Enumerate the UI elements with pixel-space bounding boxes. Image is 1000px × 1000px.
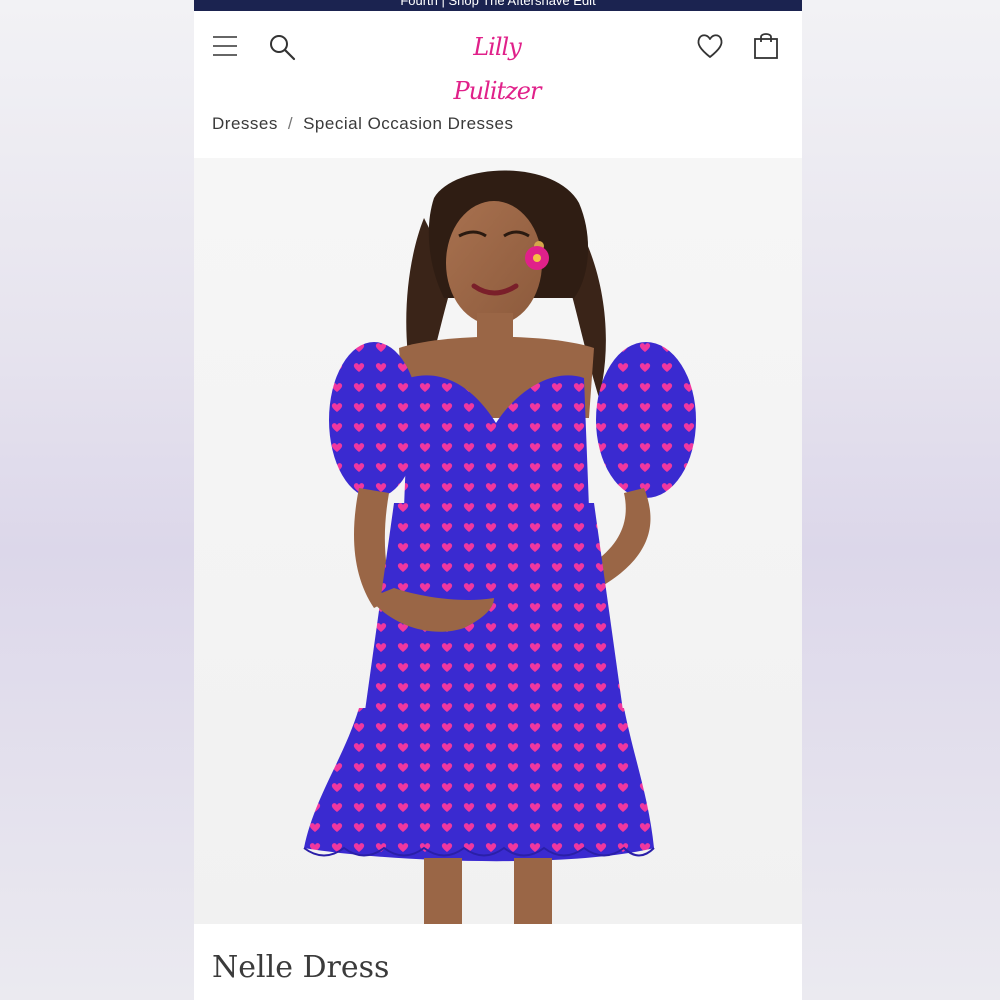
breadcrumb-item-special-occasion-dresses[interactable]: Special Occasion Dresses xyxy=(303,114,513,133)
site-header: Lilly Pulitzer xyxy=(194,11,802,105)
heart-icon[interactable] xyxy=(696,33,724,59)
promo-banner[interactable]: Fourth | Shop The Aftershave Edit xyxy=(194,0,802,11)
product-photo-illustration xyxy=(303,170,696,924)
background-blur-right xyxy=(802,0,1000,1000)
mobile-page: Fourth | Shop The Aftershave Edit Lilly … xyxy=(194,0,802,1000)
background-blur-left xyxy=(0,0,194,1000)
brand-logo[interactable]: Lilly Pulitzer xyxy=(442,25,552,105)
breadcrumb-separator: / xyxy=(287,114,294,133)
breadcrumb-item-dresses[interactable]: Dresses xyxy=(212,114,278,133)
breadcrumb: Dresses / Special Occasion Dresses xyxy=(212,114,514,136)
product-image[interactable] xyxy=(194,158,802,924)
hamburger-menu-icon[interactable] xyxy=(212,35,238,57)
search-icon[interactable] xyxy=(268,33,296,61)
product-name: Nelle Dress xyxy=(212,950,390,985)
shopping-bag-icon[interactable] xyxy=(752,31,780,59)
promo-banner-text[interactable]: Fourth | Shop The Aftershave Edit xyxy=(400,0,595,8)
